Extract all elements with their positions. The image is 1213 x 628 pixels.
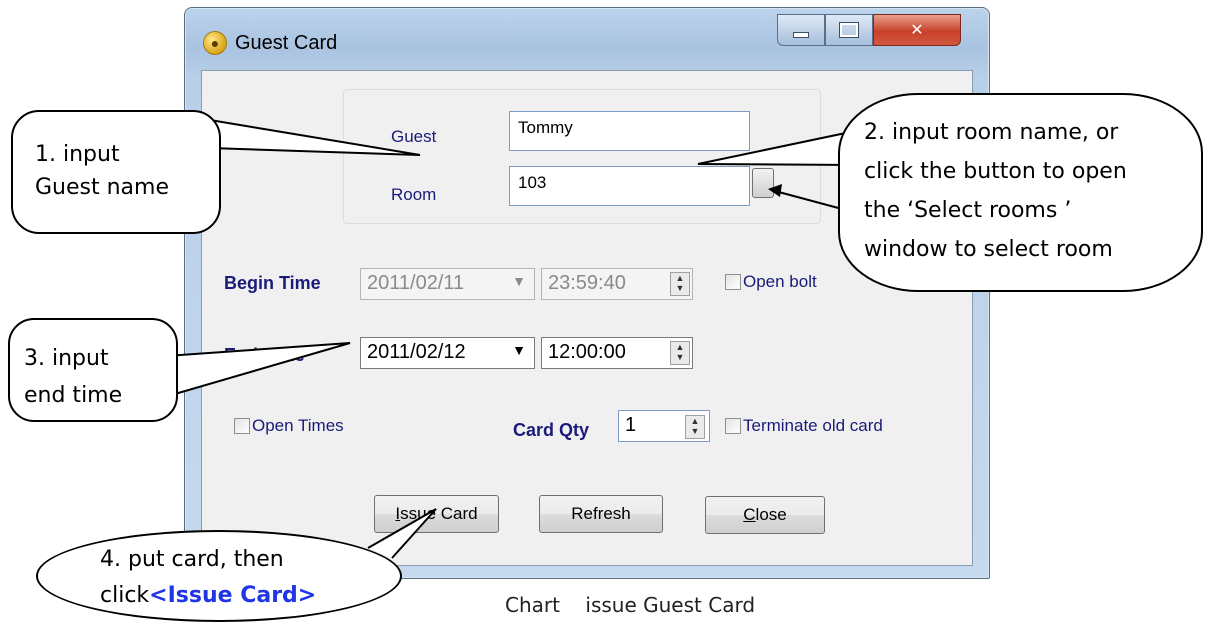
callout-2-line1: 2. input room name, or <box>864 120 1119 145</box>
end-time-value: 12:00:00 <box>548 341 626 363</box>
callout-4-line2: click<Issue Card> <box>100 583 317 608</box>
app-key-icon: ● <box>203 31 227 55</box>
issue-card-label: Issue Card <box>395 504 478 523</box>
issue-card-highlight: <Issue Card> <box>149 583 317 608</box>
callout-2-line3: the ‘Select rooms ’ <box>864 198 1072 223</box>
figure-caption: Chart issue Guest Card <box>505 593 756 617</box>
open-times-checkbox[interactable] <box>234 418 250 434</box>
end-date-value: 2011/02/12 <box>367 341 466 363</box>
select-room-button[interactable] <box>752 168 774 198</box>
chevron-down-icon: ▼ <box>512 273 526 289</box>
callout-2-line2: click the button to open <box>864 159 1127 184</box>
minimize-button[interactable] <box>777 14 825 46</box>
spin-updown-icon[interactable]: ▲ ▼ <box>685 415 705 439</box>
callout-1: 1. input Guest name <box>11 110 221 234</box>
end-time-picker[interactable]: 12:00:00 ▲ ▼ <box>541 337 693 369</box>
callout-2: 2. input room name, or click the button … <box>838 93 1203 292</box>
callout-3-line1: 3. input <box>24 346 109 371</box>
callout-2-line4: window to select room <box>864 237 1113 262</box>
card-qty-stepper[interactable]: 1 ▲ ▼ <box>618 410 710 442</box>
spin-updown-icon: ▲ ▼ <box>670 341 690 365</box>
guest-card-window: ● Guest Card ✕ Guest Tommy Room 103 Begi… <box>184 7 990 579</box>
callout-1-line1: 1. input <box>35 142 120 167</box>
open-bolt-label: Open bolt <box>743 272 817 291</box>
chevron-down-icon: ▼ <box>512 342 526 358</box>
close-button[interactable]: Close <box>705 496 825 534</box>
spin-updown-icon: ▲ ▼ <box>670 272 690 296</box>
window-title: Guest Card <box>235 32 338 54</box>
close-icon: ✕ <box>910 22 924 39</box>
minimize-icon <box>793 32 809 38</box>
begin-time-value: 23:59:40 <box>548 272 626 294</box>
open-times-label: Open Times <box>252 416 344 435</box>
begin-time-label: Begin Time <box>224 273 321 293</box>
end-date-picker[interactable]: 2011/02/12 ▼ <box>360 337 535 369</box>
callout-3-line2: end time <box>24 383 123 408</box>
begin-date-value: 2011/02/11 <box>367 272 465 294</box>
callout-4: 4. put card, then click<Issue Card> <box>36 530 402 622</box>
callout-1-line2: Guest name <box>35 175 169 200</box>
begin-date-picker[interactable]: 2011/02/11 ▼ <box>360 268 535 300</box>
room-label: Room <box>391 185 437 204</box>
callout-4-line1: 4. put card, then <box>100 547 284 572</box>
title-bar[interactable]: ● Guest Card ✕ <box>185 8 989 70</box>
terminate-old-card-label: Terminate old card <box>743 416 883 435</box>
end-time-label: End Time <box>224 345 305 365</box>
terminate-old-card-checkbox[interactable] <box>725 418 741 434</box>
callout-3: 3. input end time <box>8 318 178 422</box>
refresh-button[interactable]: Refresh <box>539 495 663 533</box>
guest-name-input[interactable]: Tommy <box>509 111 750 151</box>
issue-card-button[interactable]: Issue Card <box>374 495 499 533</box>
maximize-button[interactable] <box>825 14 873 46</box>
close-window-button[interactable]: ✕ <box>873 14 961 46</box>
maximize-icon <box>839 22 859 38</box>
begin-time-picker[interactable]: 23:59:40 ▲ ▼ <box>541 268 693 300</box>
room-input[interactable]: 103 <box>509 166 750 206</box>
card-qty-value: 1 <box>625 414 637 436</box>
card-qty-label: Card Qty <box>513 420 590 440</box>
close-button-label: Close <box>743 505 787 524</box>
open-bolt-checkbox[interactable] <box>725 274 741 290</box>
guest-label: Guest <box>391 127 437 146</box>
